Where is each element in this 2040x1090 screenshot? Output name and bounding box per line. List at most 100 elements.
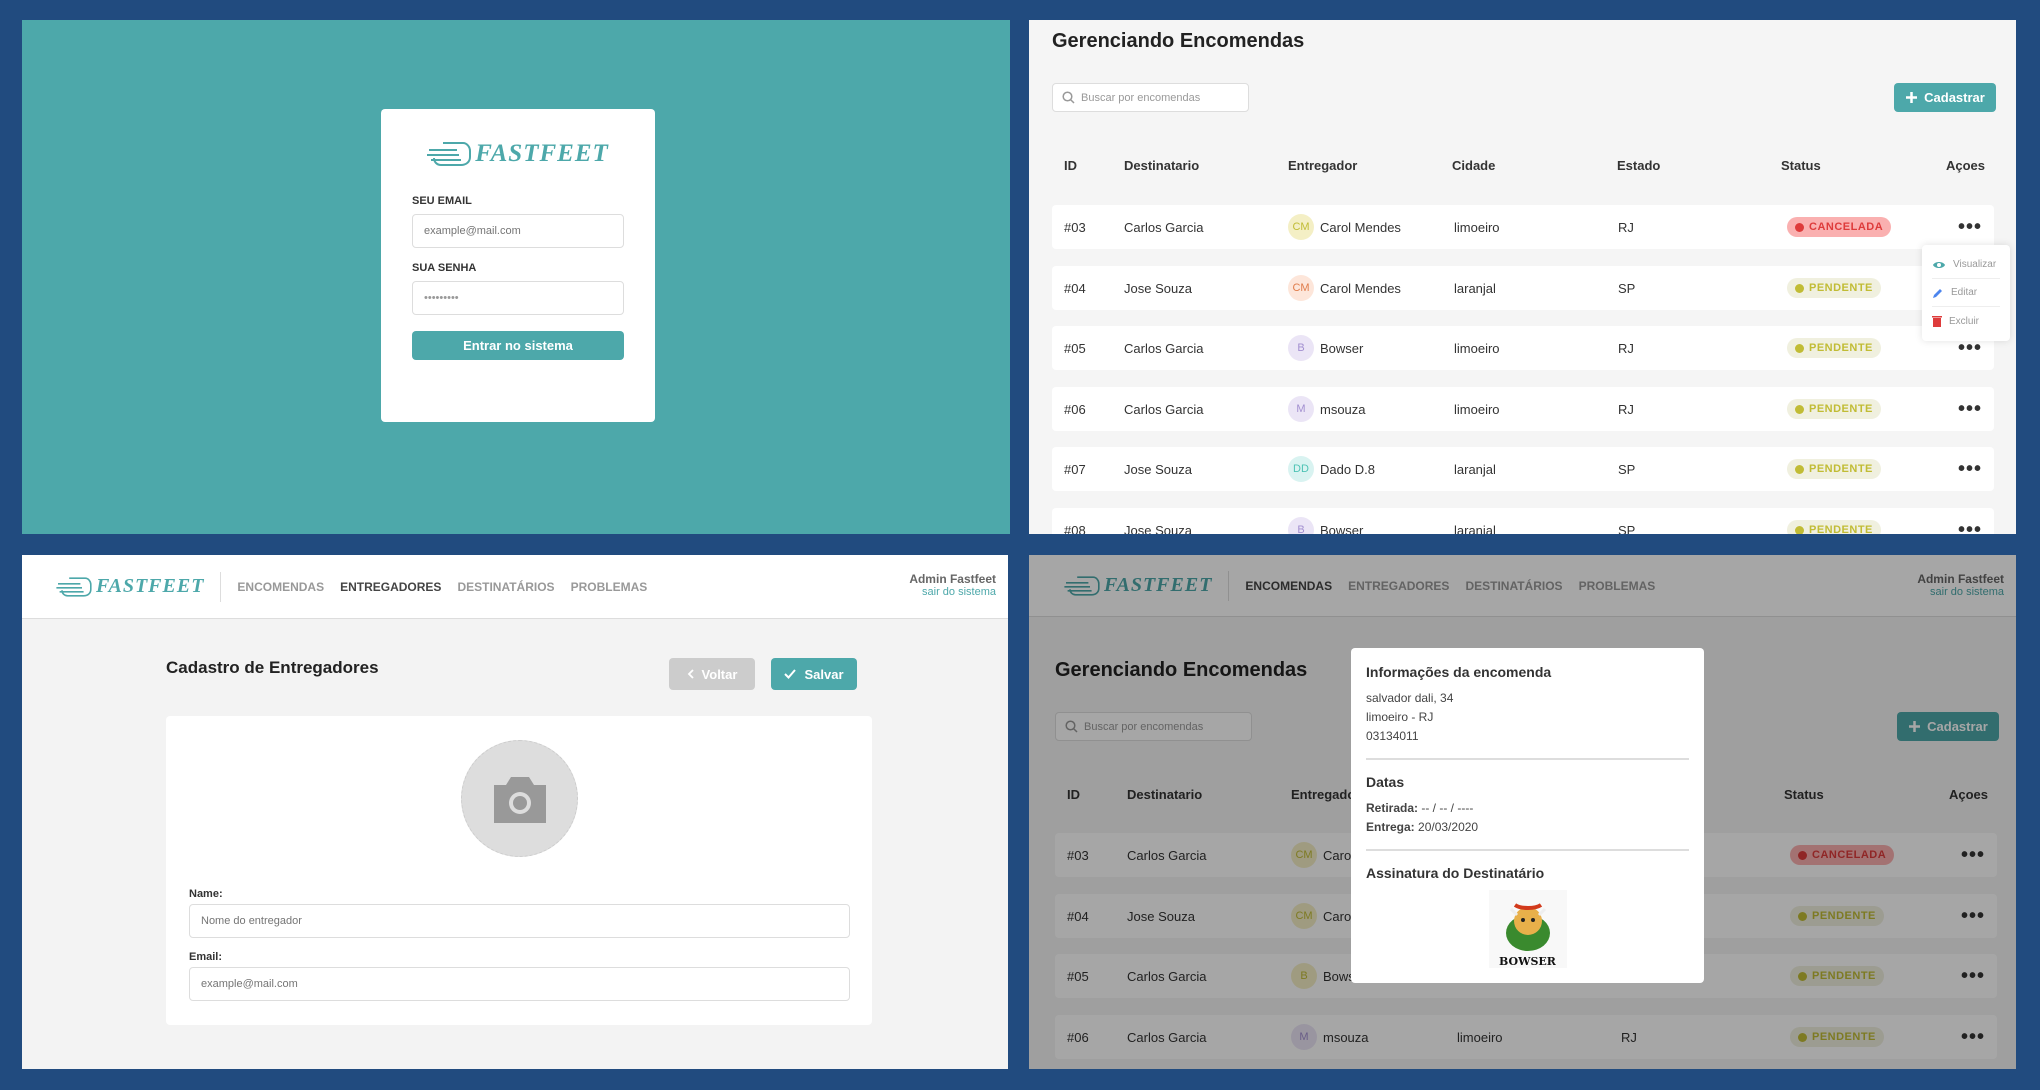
save-button[interactable]: Salvar <box>771 658 857 690</box>
delivery-value: 20/03/2020 <box>1418 820 1479 834</box>
search-icon <box>1062 91 1075 104</box>
courier: B Bowser <box>1288 508 1363 534</box>
delete-action[interactable]: Excluir <box>1932 307 2000 335</box>
brand-logo: FASTFEET <box>412 139 624 169</box>
view-label: Visualizar <box>1953 259 1997 270</box>
actions-menu-button[interactable]: ••• <box>1958 205 1982 249</box>
order-details-screen: FASTFEET ENCOMENDAS ENTREGADORES DESTINA… <box>1029 555 2016 1069</box>
signature-image: BOWSER <box>1488 890 1567 968</box>
pickup-value: -- / -- / ---- <box>1421 801 1474 815</box>
courier: B Bowser <box>1288 326 1363 370</box>
delivery-label: Entrega: <box>1366 820 1415 834</box>
status-badge: CANCELADA <box>1787 205 1892 249</box>
actions-menu-button[interactable]: ••• <box>1958 508 1982 535</box>
status-badge: PENDENTE <box>1787 326 1881 370</box>
table-row: #08 Jose Souza B Bowser laranjal SP PENDE… <box>1052 508 1994 534</box>
courier-name: Carol Mendes <box>1320 280 1401 296</box>
user-info: Admin Fastfeet sair do sistema <box>909 572 996 598</box>
name-field[interactable] <box>189 904 850 938</box>
courier: DD Dado D.8 <box>1288 447 1375 491</box>
search-placeholder: Buscar por encomendas <box>1081 91 1201 104</box>
edit-label: Editar <box>1951 287 1978 298</box>
logout-link[interactable]: sair do sistema <box>909 586 996 598</box>
modal-divider <box>1366 758 1689 760</box>
top-header: FASTFEET ENCOMENDAS ENTREGADORES DESTINA… <box>22 555 1008 619</box>
order-id: #03 <box>1064 219 1086 235</box>
nav-recipients[interactable]: DESTINATÁRIOS <box>457 580 554 594</box>
city: limoeiro <box>1454 401 1500 417</box>
state: SP <box>1618 522 1636 535</box>
avatar: B <box>1288 517 1314 534</box>
status-badge: PENDENTE <box>1787 387 1881 431</box>
email-field[interactable] <box>412 214 624 248</box>
status-text: PENDENTE <box>1809 342 1873 354</box>
state: SP <box>1618 461 1636 477</box>
back-button[interactable]: Voltar <box>669 658 755 690</box>
edit-action[interactable]: Editar <box>1932 279 2000 307</box>
password-field[interactable] <box>412 281 624 315</box>
courier-form-screen: FASTFEET ENCOMENDAS ENTREGADORES DESTINA… <box>22 555 1008 1069</box>
column-header: ID <box>1064 158 1077 173</box>
status-badge: PENDENTE <box>1787 447 1881 491</box>
address-line: salvador dali, 34 <box>1366 691 1454 705</box>
back-label: Voltar <box>701 666 738 682</box>
order-id: #06 <box>1064 401 1086 417</box>
avatar: CM <box>1288 275 1314 301</box>
avatar: M <box>1288 396 1314 422</box>
order-id: #04 <box>1064 280 1086 296</box>
header-divider <box>220 571 222 602</box>
nav-couriers[interactable]: ENTREGADORES <box>340 580 441 594</box>
nav-problems[interactable]: PROBLEMAS <box>571 580 648 594</box>
courier-name: Carol Mendes <box>1320 219 1401 235</box>
modal-divider <box>1366 849 1689 851</box>
courier: CM Carol Mendes <box>1288 266 1401 310</box>
search-input[interactable]: Buscar por encomendas <box>1052 83 1249 112</box>
nav-orders[interactable]: ENCOMENDAS <box>237 580 324 594</box>
brand-logo: FASTFEET <box>56 575 204 599</box>
recipient-name: Carlos Garcia <box>1124 401 1204 417</box>
table-row: #04 Jose Souza CM Carol Mendes laranjal S… <box>1052 266 1994 310</box>
delivery-date: Entrega: 20/03/2020 <box>1366 818 1689 837</box>
actions-menu-button[interactable]: ••• <box>1958 447 1982 491</box>
avatar: DD <box>1288 456 1314 482</box>
courier-name: Bowser <box>1320 522 1364 535</box>
city-state-line: limoeiro - RJ <box>1366 710 1434 724</box>
status-text: PENDENTE <box>1809 282 1873 294</box>
dates-title: Datas <box>1366 774 1405 790</box>
bowser-image-icon <box>1505 903 1550 951</box>
status-text: CANCELADA <box>1809 221 1884 233</box>
column-header: Cidade <box>1452 158 1496 173</box>
add-order-label: Cadastrar <box>1924 90 1985 105</box>
recipient-name: Carlos Garcia <box>1124 340 1204 356</box>
state: SP <box>1618 280 1636 296</box>
table-row: #05 Carlos Garcia B Bowser limoeiro RJ PE… <box>1052 326 1994 370</box>
avatar-upload[interactable] <box>461 740 578 857</box>
city: laranjal <box>1454 461 1496 477</box>
city: limoeiro <box>1454 340 1500 356</box>
form-card: Name: Email: <box>166 716 872 1025</box>
add-order-button[interactable]: Cadastrar <box>1894 83 1996 112</box>
pickup-date: Retirada: -- / -- / ---- <box>1366 799 1689 818</box>
eye-icon <box>1933 261 1945 268</box>
actions-menu-button[interactable]: ••• <box>1958 387 1982 431</box>
pencil-icon <box>1933 288 1942 298</box>
name-label: Name: <box>189 888 223 900</box>
signature-text: BOWSER <box>1499 955 1556 968</box>
truck-logo-icon <box>56 576 92 597</box>
recipient-name: Jose Souza <box>1124 280 1192 296</box>
password-label: SUA SENHA <box>412 262 477 274</box>
city: laranjal <box>1454 522 1496 535</box>
courier: Mmsouza <box>1288 387 1366 431</box>
camera-icon <box>493 776 546 823</box>
status-badge: PENDENTE <box>1787 266 1881 310</box>
trash-icon <box>1932 316 1942 327</box>
info-title: Informações da encomenda <box>1366 664 1552 680</box>
save-label: Salvar <box>804 666 844 682</box>
login-button[interactable]: Entrar no sistema <box>412 331 624 360</box>
email-field[interactable] <box>189 967 850 1001</box>
page-title: Gerenciando Encomendas <box>1052 30 1305 52</box>
email-label: Email: <box>189 951 223 963</box>
view-action[interactable]: Visualizar <box>1932 251 2000 279</box>
plus-icon <box>1906 92 1918 103</box>
zip-line: 03134011 <box>1366 729 1419 743</box>
